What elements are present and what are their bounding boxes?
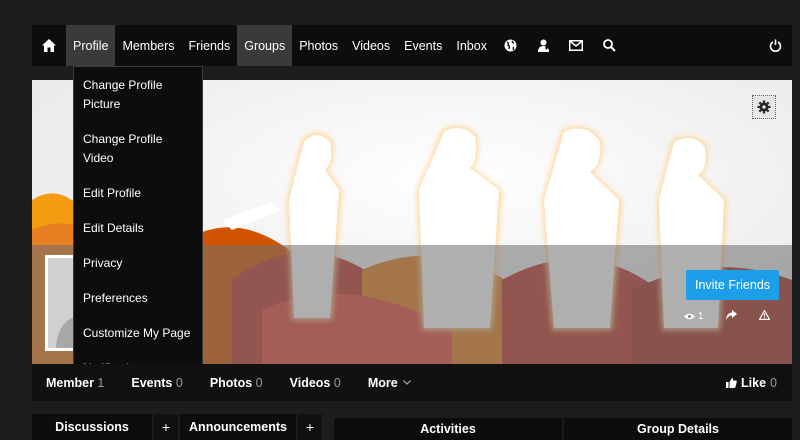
home-icon (42, 39, 56, 52)
search-button[interactable] (593, 25, 626, 66)
invite-friends-button[interactable]: Invite Friends (686, 270, 779, 300)
warning-icon (758, 309, 771, 321)
menu-privacy[interactable]: Privacy (74, 254, 202, 273)
report-button[interactable] (758, 309, 771, 323)
add-discussion-button[interactable]: + (154, 414, 178, 440)
share-icon (725, 310, 737, 320)
chevron-down-icon (402, 380, 411, 385)
home-button[interactable] (32, 25, 66, 66)
stat-members[interactable]: Member 1 (46, 376, 104, 390)
nav-friends[interactable]: Friends (182, 25, 238, 66)
menu-customize-my-page[interactable]: Customize My Page (74, 324, 202, 343)
logout-button[interactable] (758, 25, 792, 66)
stat-events[interactable]: Events 0 (131, 376, 182, 390)
group-stats-bar: Member 1 Events 0 Photos 0 Videos 0 More… (32, 364, 792, 401)
nav-events[interactable]: Events (397, 25, 449, 66)
add-announcement-button[interactable]: + (298, 414, 322, 440)
share-button[interactable] (725, 310, 737, 323)
more-dropdown[interactable]: More (368, 376, 411, 390)
nav-inbox[interactable]: Inbox (449, 25, 494, 66)
mail-icon (569, 40, 584, 51)
menu-change-profile-video[interactable]: Change Profile Video (74, 130, 202, 168)
menu-change-profile-picture[interactable]: Change Profile Picture (74, 76, 202, 114)
eye-icon (684, 313, 695, 320)
nav-videos[interactable]: Videos (345, 25, 397, 66)
top-nav: Profile Members Friends Groups Photos Vi… (32, 25, 792, 66)
menu-edit-profile[interactable]: Edit Profile (74, 184, 202, 203)
tab-activities[interactable]: Activities (334, 418, 562, 440)
nav-groups[interactable]: Groups (237, 25, 293, 66)
nav-photos[interactable]: Photos (292, 25, 345, 66)
search-icon (603, 39, 616, 52)
stat-photos[interactable]: Photos 0 (210, 376, 263, 390)
nav-profile[interactable]: Profile (66, 25, 116, 66)
stat-videos[interactable]: Videos 0 (290, 376, 341, 390)
power-icon (769, 39, 781, 52)
tab-group-details[interactable]: Group Details (564, 418, 792, 440)
cover-meta: 1 (684, 309, 771, 323)
globe-icon (504, 39, 517, 52)
menu-preferences[interactable]: Preferences (74, 289, 202, 308)
globe-button[interactable] (494, 25, 527, 66)
friend-request-icon (537, 39, 549, 52)
friend-requests-button[interactable] (527, 25, 560, 66)
tab-announcements[interactable]: Announcements (180, 414, 296, 440)
mail-button[interactable] (560, 25, 593, 66)
cover-settings-button[interactable] (752, 95, 776, 119)
nav-members[interactable]: Members (115, 25, 181, 66)
views-count: 1 (684, 311, 704, 322)
profile-dropdown-menu: Change Profile Picture Change Profile Vi… (73, 66, 203, 375)
thumbs-up-icon (726, 377, 737, 388)
gear-icon (757, 100, 771, 114)
tab-discussions[interactable]: Discussions (32, 414, 152, 440)
like-button[interactable]: Like 0 (726, 376, 777, 390)
menu-edit-details[interactable]: Edit Details (74, 219, 202, 238)
